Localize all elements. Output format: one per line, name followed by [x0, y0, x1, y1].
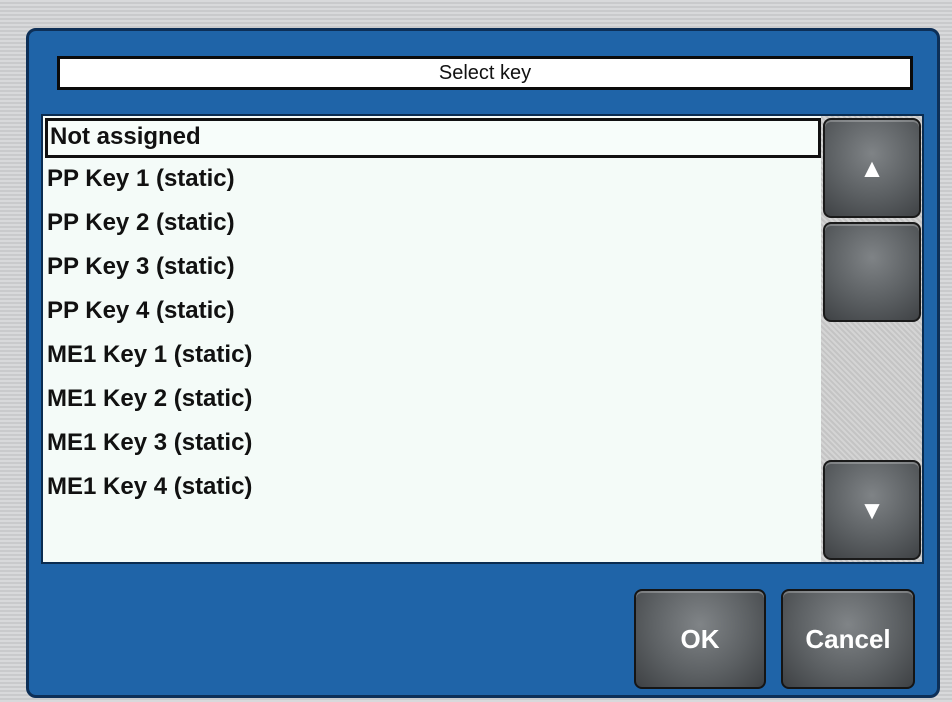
list-item-pp-key-2[interactable]: PP Key 2 (static)	[45, 204, 821, 244]
list-item-pp-key-3[interactable]: PP Key 3 (static)	[45, 248, 821, 288]
scroll-up-button[interactable]: ▲	[823, 118, 921, 218]
arrow-up-icon: ▲	[859, 152, 885, 183]
list-scrollbar[interactable]: ▲ ▼	[821, 116, 922, 562]
key-list-panel: Not assigned PP Key 1 (static) PP Key 2 …	[41, 114, 924, 564]
scroll-thumb[interactable]	[823, 222, 921, 322]
key-list[interactable]: Not assigned PP Key 1 (static) PP Key 2 …	[43, 116, 821, 562]
scroll-down-button[interactable]: ▼	[823, 460, 921, 560]
list-item-me1-key-3[interactable]: ME1 Key 3 (static)	[45, 424, 821, 464]
dialog-title: Select key	[57, 56, 913, 90]
list-item-not-assigned[interactable]: Not assigned	[45, 118, 821, 158]
arrow-down-icon: ▼	[859, 494, 885, 525]
list-item-pp-key-1[interactable]: PP Key 1 (static)	[45, 160, 821, 200]
select-key-dialog: Select key Not assigned PP Key 1 (static…	[26, 28, 940, 698]
list-item-pp-key-4[interactable]: PP Key 4 (static)	[45, 292, 821, 332]
list-item-me1-key-4[interactable]: ME1 Key 4 (static)	[45, 468, 821, 508]
ok-button[interactable]: OK	[634, 589, 766, 689]
list-item-me1-key-1[interactable]: ME1 Key 1 (static)	[45, 336, 821, 376]
cancel-button[interactable]: Cancel	[781, 589, 915, 689]
list-item-me1-key-2[interactable]: ME1 Key 2 (static)	[45, 380, 821, 420]
